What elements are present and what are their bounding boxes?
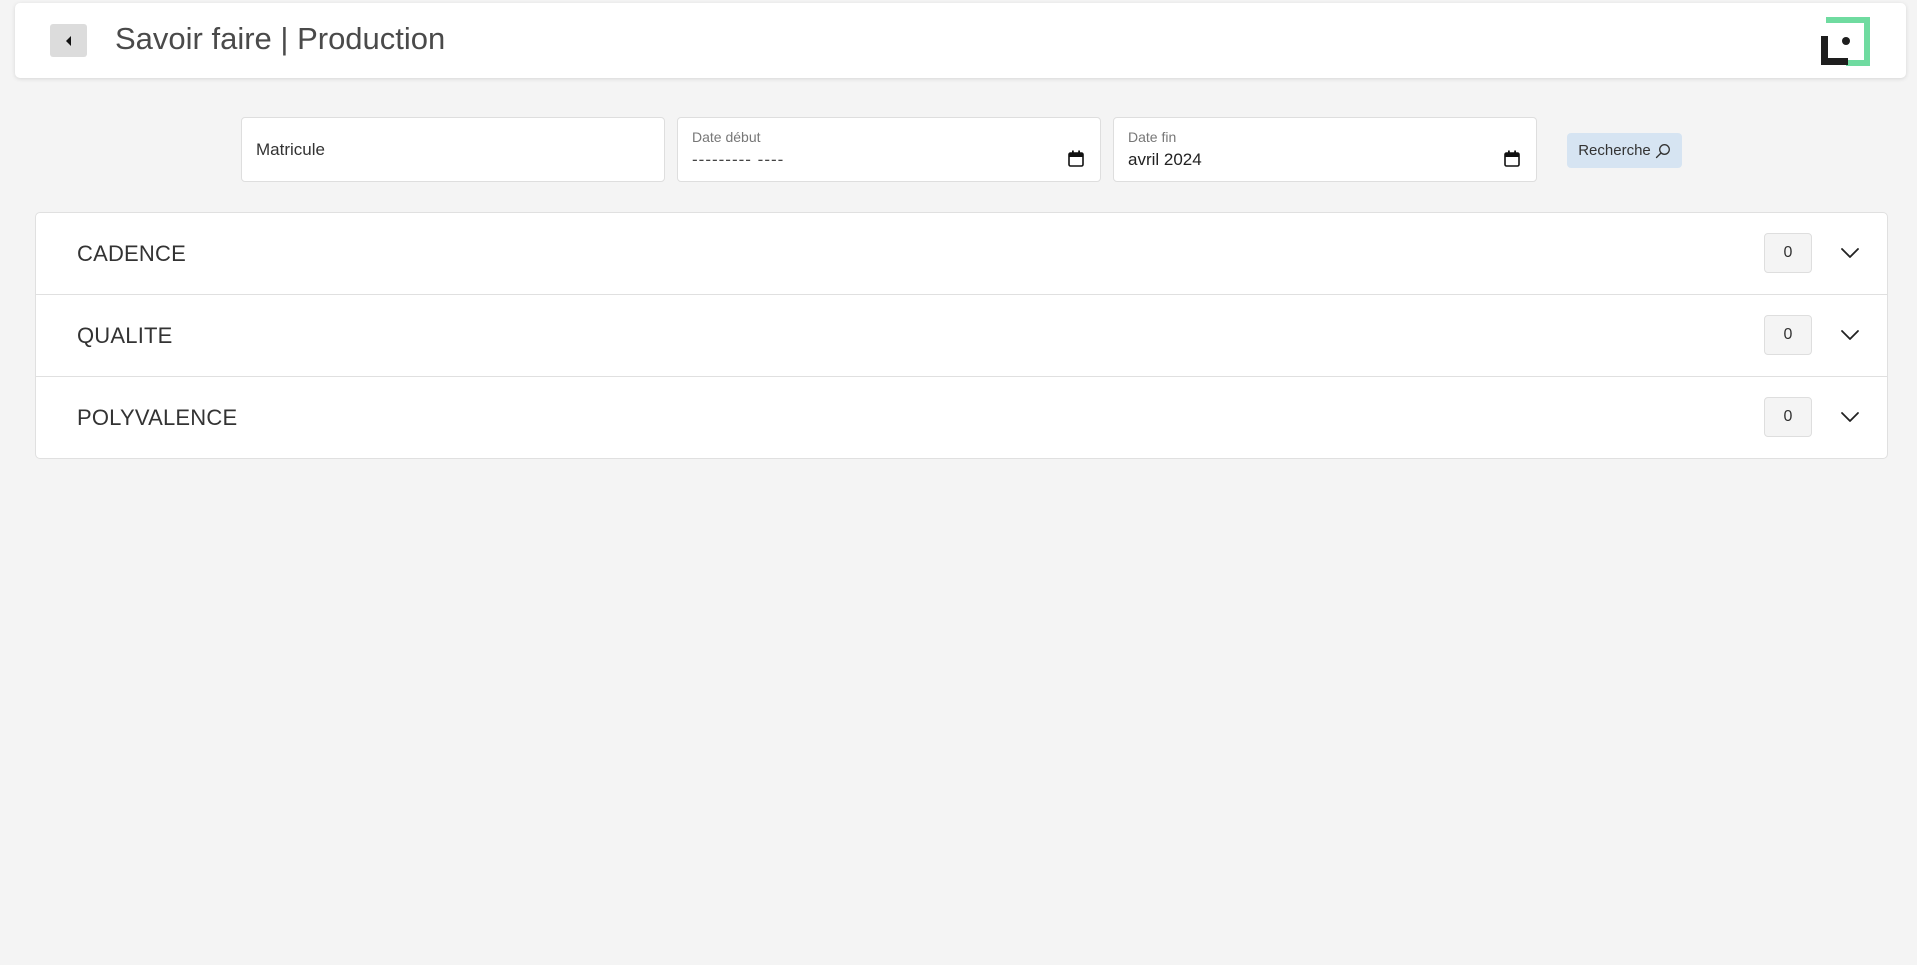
calendar-icon[interactable] — [1068, 150, 1084, 167]
brand-logo[interactable] — [1818, 14, 1874, 70]
accordion-item-label: POLYVALENCE — [77, 405, 238, 430]
chevron-down-icon[interactable] — [1840, 407, 1860, 427]
date-fin-value: avril 2024 — [1128, 150, 1202, 169]
date-fin-field[interactable]: Date fin avril 2024 — [1113, 117, 1537, 182]
accordion-item-label: CADENCE — [77, 241, 186, 266]
accordion-item-polyvalence[interactable]: POLYVALENCE 0 — [36, 377, 1887, 458]
date-debut-field[interactable]: Date début --------- ---- — [677, 117, 1101, 182]
caret-left-icon — [65, 35, 71, 46]
calendar-icon[interactable] — [1504, 150, 1520, 167]
accordion-item-qualite[interactable]: QUALITE 0 — [36, 295, 1887, 377]
count-badge: 0 — [1764, 233, 1812, 273]
date-fin-label: Date fin — [1128, 129, 1177, 145]
search-button[interactable]: Recherche — [1567, 133, 1682, 168]
matricule-field[interactable]: Matricule — [241, 117, 665, 182]
chevron-down-icon[interactable] — [1840, 243, 1860, 263]
sections-accordion: CADENCE 0 QUALITE 0 POLYVALENCE 0 — [35, 212, 1888, 459]
search-button-label: Recherche — [1578, 142, 1651, 159]
chevron-down-icon[interactable] — [1840, 325, 1860, 345]
date-debut-label: Date début — [692, 129, 761, 145]
count-badge: 0 — [1764, 315, 1812, 355]
accordion-item-label: QUALITE — [77, 323, 173, 348]
back-button[interactable] — [50, 24, 87, 57]
matricule-placeholder: Matricule — [256, 140, 325, 159]
date-debut-value: --------- ---- — [692, 150, 785, 169]
count-badge: 0 — [1764, 397, 1812, 437]
top-bar: Savoir faire | Production — [15, 3, 1906, 78]
accordion-item-cadence[interactable]: CADENCE 0 — [36, 213, 1887, 295]
search-icon — [1655, 143, 1670, 158]
page-title: Savoir faire | Production — [115, 21, 446, 56]
